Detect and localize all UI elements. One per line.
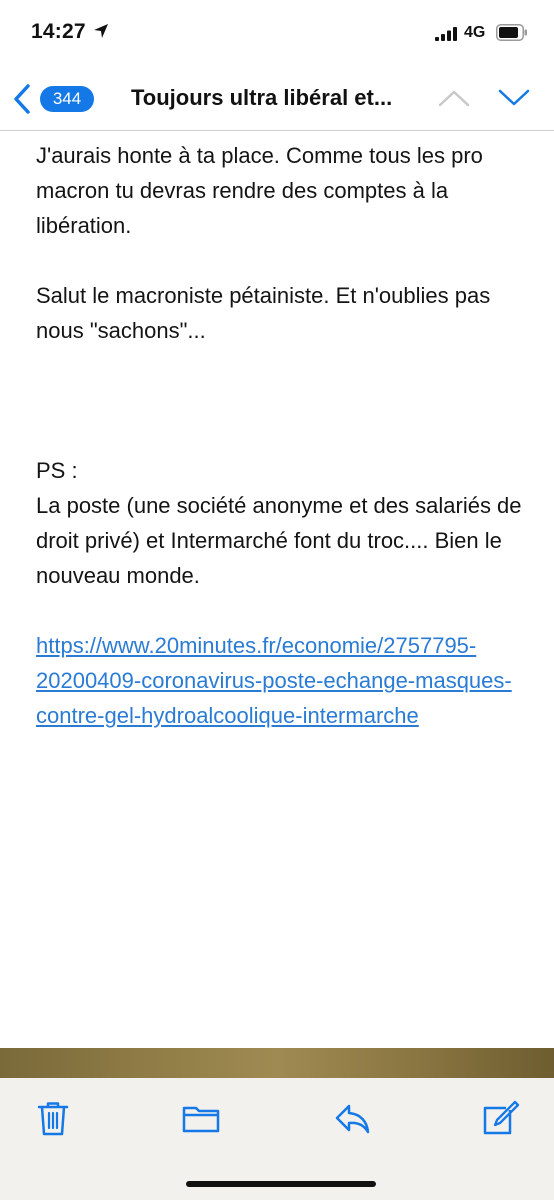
background-photo-strip — [0, 1048, 554, 1078]
message-paragraph: Salut le macroniste pétainiste. Et n'oub… — [36, 283, 491, 343]
battery-icon — [496, 24, 527, 41]
network-type: 4G — [464, 24, 486, 41]
home-indicator[interactable] — [186, 1181, 376, 1187]
message-paragraph: La poste (une société anonyme et des sal… — [36, 493, 522, 588]
next-message-chevron-down-icon[interactable] — [498, 88, 530, 108]
article-link[interactable]: https://www.20minutes.fr/economie/275779… — [36, 633, 512, 728]
unread-count-badge[interactable]: 344 — [40, 86, 94, 112]
status-time: 14:27 — [31, 20, 86, 43]
navigation-bar: 344 Toujours ultra libéral et... — [0, 66, 554, 131]
status-bar: 14:27 4G — [0, 0, 554, 66]
folder-icon[interactable] — [181, 1098, 221, 1138]
message-paragraph: J'aurais honte à ta place. Comme tous le… — [36, 143, 483, 238]
message-body: J'aurais honte à ta place. Comme tous le… — [36, 138, 526, 733]
back-chevron-icon[interactable] — [12, 83, 32, 115]
trash-icon[interactable] — [33, 1098, 73, 1138]
cellular-signal-icon — [435, 27, 457, 41]
location-arrow-icon — [94, 24, 108, 38]
reply-icon[interactable] — [332, 1098, 372, 1138]
message-subject-title: Toujours ultra libéral et... — [131, 85, 393, 110]
previous-message-chevron-up-icon[interactable] — [438, 88, 470, 108]
ps-label: PS : — [36, 458, 78, 483]
compose-icon[interactable] — [480, 1098, 520, 1138]
